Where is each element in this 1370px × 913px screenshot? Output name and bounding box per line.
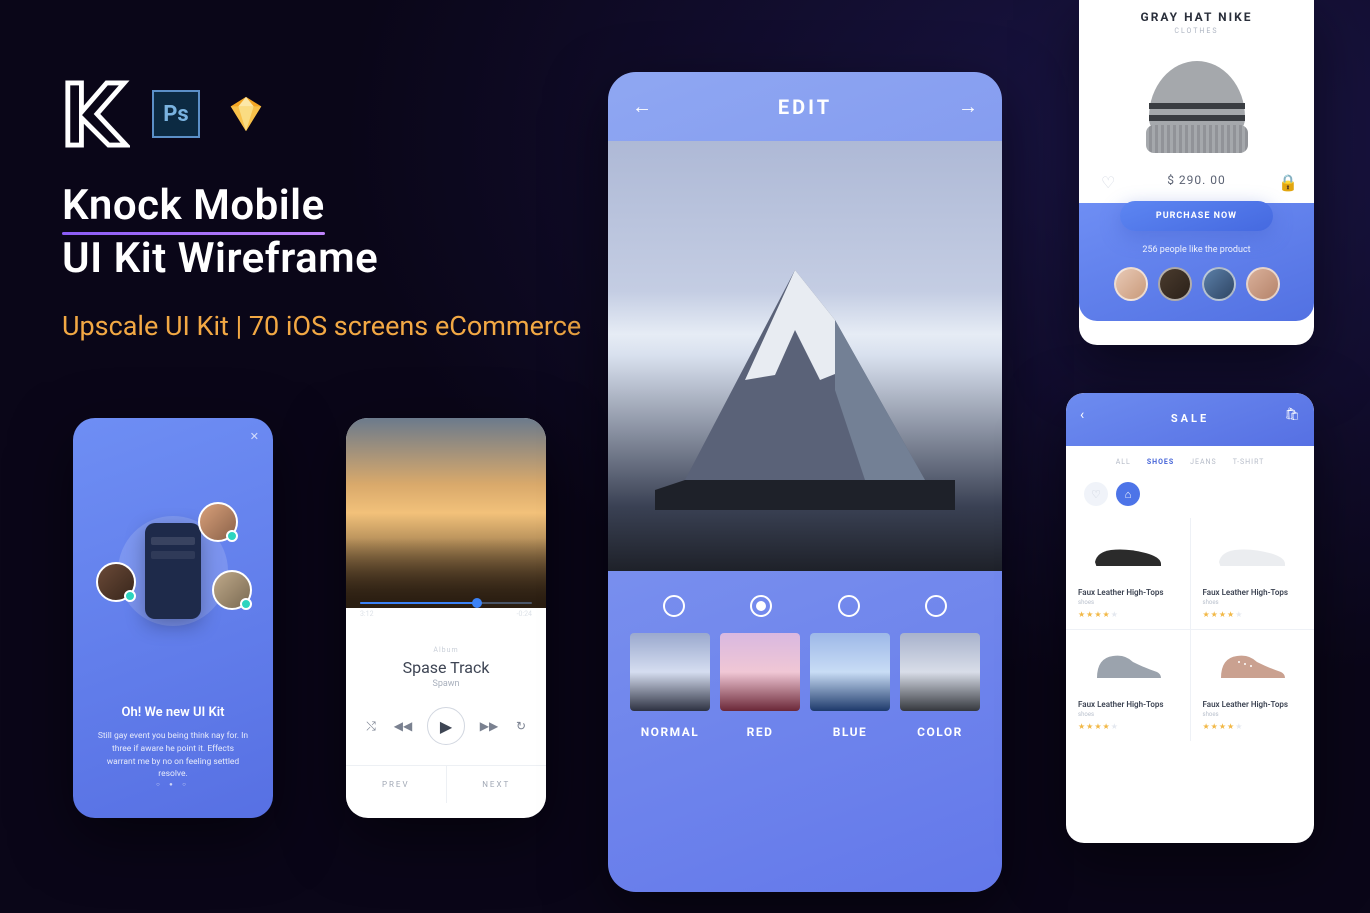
filter-thumb-red[interactable] xyxy=(720,633,800,711)
page-subtitle: Upscale UI Kit | 70 iOS screens eCommerc… xyxy=(62,307,581,346)
forward-arrow-icon[interactable]: → xyxy=(958,94,978,119)
filter-thumb-normal[interactable] xyxy=(630,633,710,711)
avatar xyxy=(212,570,252,610)
sketch-icon xyxy=(222,90,270,138)
tab-tshirt[interactable]: T-SHIRT xyxy=(1233,458,1265,466)
rewind-icon[interactable]: ◀◀ xyxy=(395,718,411,734)
filter-radio-color[interactable] xyxy=(925,595,947,617)
filter-radio-normal[interactable] xyxy=(663,595,685,617)
time-elapsed: 3:12 xyxy=(360,610,374,618)
play-button[interactable]: ▶ xyxy=(427,707,465,745)
back-chevron-icon[interactable]: ‹ xyxy=(1080,407,1084,423)
heart-icon[interactable]: ♡ xyxy=(1101,173,1115,187)
prev-button[interactable]: PREV xyxy=(346,766,447,803)
sale-list-screen: ‹ SALE 🛍 ALL SHOES JEANS T-SHIRT ♡ ⌂ Fau… xyxy=(1066,393,1314,843)
product-card[interactable]: Faux Leather High-Topsshoes ★★★★★ xyxy=(1191,518,1315,629)
avatar xyxy=(96,562,136,602)
filter-radio-blue[interactable] xyxy=(838,595,860,617)
product-price: $ 290. 00 xyxy=(1167,173,1226,187)
filter-label: COLOR xyxy=(900,725,980,739)
k-logo-icon xyxy=(62,78,130,150)
avatar[interactable] xyxy=(1246,267,1280,301)
next-button[interactable]: NEXT xyxy=(447,766,547,803)
music-player-screen: 3:12 -0:24 Album Spase Track Spawn ⤭ ◀◀ … xyxy=(346,418,546,818)
page-title: Knock Mobile UI Kit Wireframe xyxy=(62,180,581,285)
pagination-dots[interactable]: ○ ● ○ xyxy=(89,781,257,788)
screen-title: SALE xyxy=(1171,412,1209,425)
filter-label: NORMAL xyxy=(630,725,710,739)
favorites-toggle[interactable]: ♡ xyxy=(1084,482,1108,506)
repeat-icon[interactable]: ↻ xyxy=(513,718,529,734)
product-detail-screen: GRAY HAT NIKE CLOTHES ♡ $ 290. 00 🔒 PURC… xyxy=(1079,0,1314,345)
edit-canvas[interactable] xyxy=(608,141,1002,571)
likes-count: 256 people like the product xyxy=(1079,245,1314,255)
photo-edit-screen: ← EDIT → xyxy=(608,72,1002,892)
product-title: GRAY HAT NIKE xyxy=(1079,0,1314,24)
shuffle-icon[interactable]: ⤭ xyxy=(363,718,379,734)
forward-icon[interactable]: ▶▶ xyxy=(481,718,497,734)
marketing-header: Ps Knock Mobile UI Kit Wireframe Upscale… xyxy=(62,78,581,346)
grid-toggle[interactable]: ⌂ xyxy=(1116,482,1140,506)
filter-thumb-blue[interactable] xyxy=(810,633,890,711)
screen-title: EDIT xyxy=(778,95,832,119)
photoshop-icon: Ps xyxy=(152,90,200,138)
lock-icon[interactable]: 🔒 xyxy=(1278,173,1292,187)
tab-all[interactable]: ALL xyxy=(1116,458,1131,466)
progress-slider[interactable] xyxy=(360,602,532,604)
album-label: Album xyxy=(346,646,546,654)
avatar[interactable] xyxy=(1114,267,1148,301)
product-category: CLOTHES xyxy=(1079,27,1314,35)
filter-label: BLUE xyxy=(810,725,890,739)
onboard-description: Still gay event you being think nay for.… xyxy=(97,730,249,781)
product-image xyxy=(1079,41,1314,173)
cart-icon[interactable]: 🛍 xyxy=(1285,407,1300,421)
artist-name: Spawn xyxy=(346,679,546,689)
back-arrow-icon[interactable]: ← xyxy=(632,94,652,119)
product-card[interactable]: Faux Leather High-Topsshoes ★★★★★ xyxy=(1191,630,1315,741)
product-card[interactable]: Faux Leather High-Topsshoes ★★★★★ xyxy=(1066,518,1190,629)
tab-jeans[interactable]: JEANS xyxy=(1190,458,1217,466)
filter-label: RED xyxy=(720,725,800,739)
avatar[interactable] xyxy=(1158,267,1192,301)
time-remaining: -0:24 xyxy=(517,610,532,618)
close-icon[interactable]: ✕ xyxy=(250,430,259,443)
filter-radio-red[interactable] xyxy=(750,595,772,617)
album-art xyxy=(346,418,546,608)
avatar xyxy=(198,502,238,542)
avatar[interactable] xyxy=(1202,267,1236,301)
track-title: Spase Track xyxy=(346,658,546,677)
purchase-button[interactable]: PURCHASE NOW xyxy=(1120,201,1273,231)
onboarding-screen: ✕ Oh! We new UI Kit Still gay event you … xyxy=(73,418,273,818)
filter-thumb-color[interactable] xyxy=(900,633,980,711)
onboard-heading: Oh! We new UI Kit xyxy=(89,705,257,720)
tab-shoes[interactable]: SHOES xyxy=(1147,458,1174,466)
product-card[interactable]: Faux Leather High-Topsshoes ★★★★★ xyxy=(1066,630,1190,741)
